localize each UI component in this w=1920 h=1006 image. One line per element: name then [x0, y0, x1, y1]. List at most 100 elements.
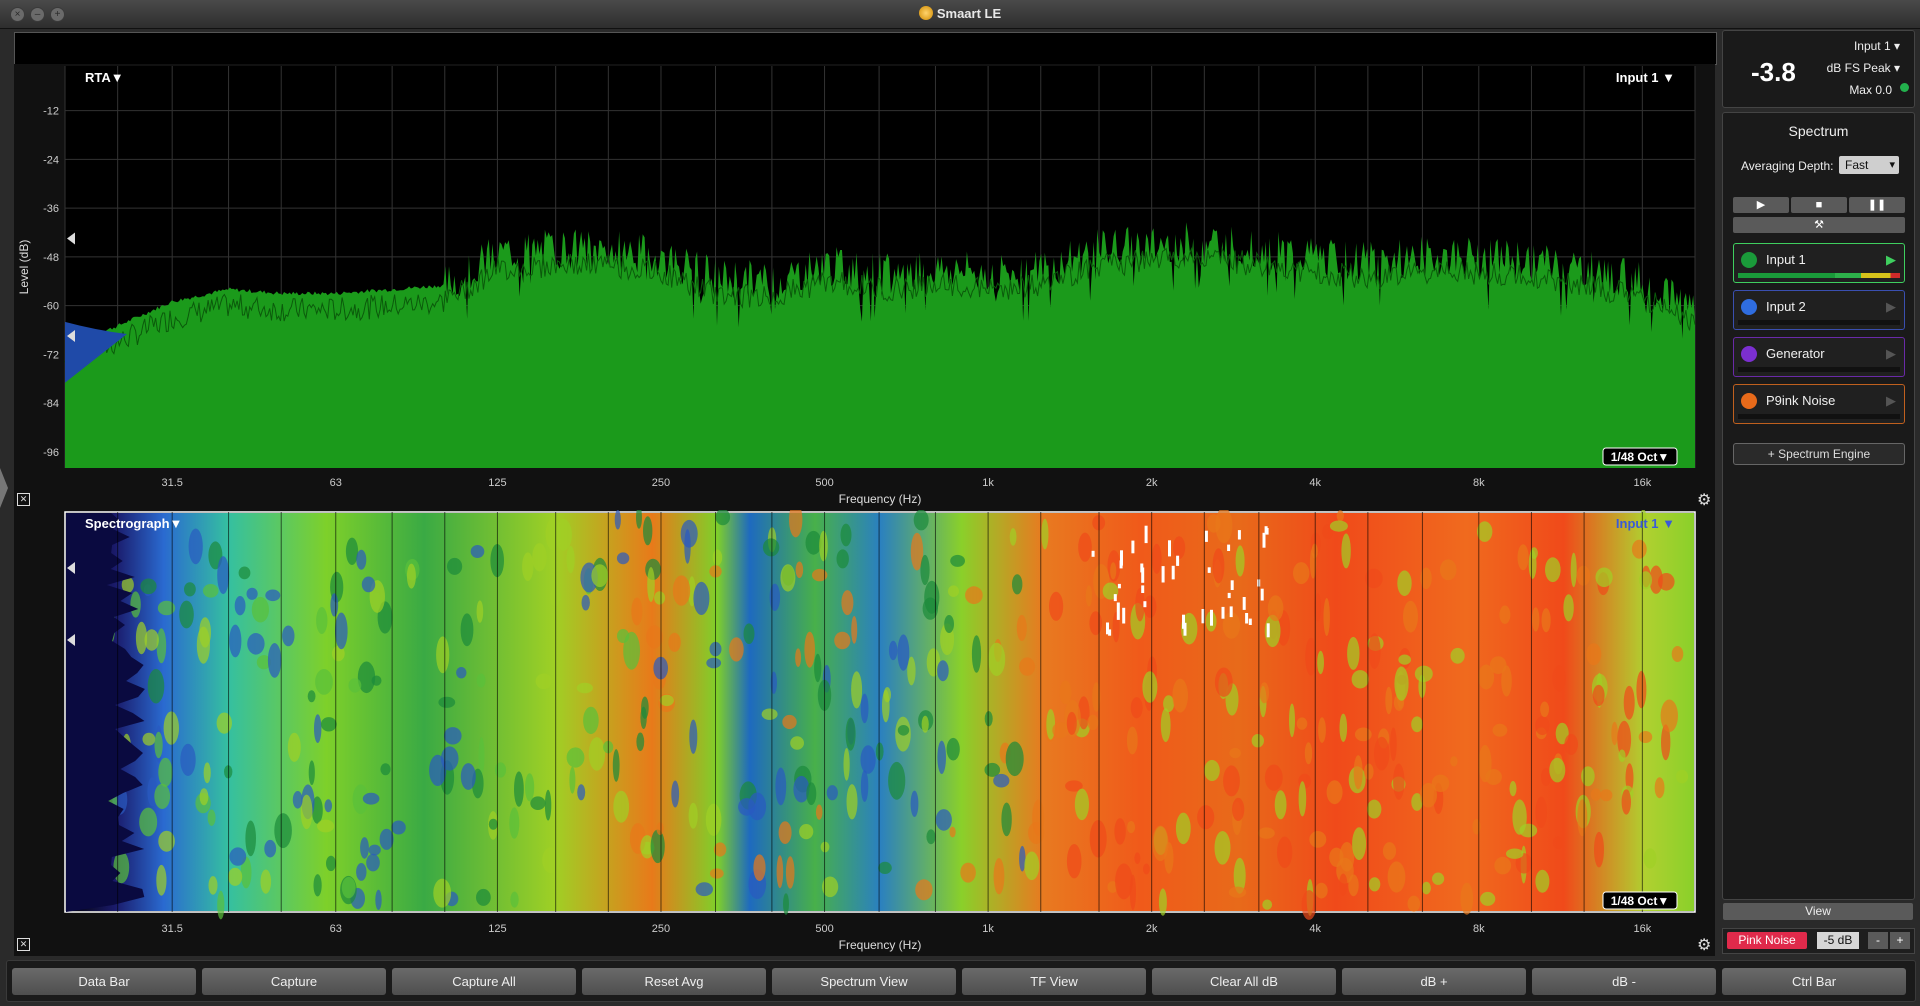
- db-minus-button[interactable]: dB -: [1532, 968, 1716, 995]
- pink-noise-button[interactable]: Pink Noise: [1727, 932, 1807, 949]
- db-plus-button[interactable]: dB +: [1342, 968, 1526, 995]
- reset-avg-button[interactable]: Reset Avg: [582, 968, 766, 995]
- spectrograph-input-dropdown[interactable]: Input 1 ▼: [1616, 516, 1675, 531]
- spectrograph-texture: [583, 706, 599, 735]
- x-tick-label: 125: [488, 923, 506, 935]
- spectrograph-texture: [163, 711, 179, 745]
- pink-noise-controls: Pink Noise -5 dB - +: [1722, 928, 1915, 954]
- stop-button[interactable]: ■: [1791, 197, 1847, 213]
- meter-input-select[interactable]: Input 1 ▾: [1854, 39, 1900, 53]
- spectrograph-texture: [860, 745, 876, 774]
- spectrograph-texture: [356, 863, 367, 881]
- spectrograph-texture: [668, 632, 681, 652]
- spectrograph-texture: [1472, 818, 1481, 835]
- capture-all-button[interactable]: Capture All: [392, 968, 576, 995]
- meter-unit-label: dB FS Peak: [1826, 61, 1891, 75]
- channel-input-2[interactable]: Input 2 ▶: [1733, 290, 1905, 330]
- spectrograph-texture: [1638, 731, 1653, 743]
- x-tick-label: 4k: [1309, 923, 1321, 935]
- spectrograph-settings-gear-icon[interactable]: ⚙: [1697, 935, 1711, 955]
- spectrograph-texture: [1611, 721, 1618, 746]
- spectrograph-plot[interactable]: 31.5 63 125 250 500 1k 2k 4k 8k 16k Frequency (Hz)…: [14, 510, 1715, 956]
- level-up-button[interactable]: +: [1890, 932, 1910, 949]
- spectrograph-texture: [1163, 695, 1175, 713]
- spectrograph-texture: [1368, 633, 1381, 669]
- rta-input-dropdown[interactable]: Input 1 ▼: [1616, 70, 1675, 85]
- spectrograph-texture: [1352, 827, 1367, 861]
- spectrograph-texture: [1450, 756, 1458, 767]
- add-spectrum-engine-button[interactable]: + Spectrum Engine: [1733, 443, 1905, 465]
- spectrograph-texture: [1173, 536, 1186, 560]
- spectrograph-texture: [348, 678, 362, 693]
- averaging-depth-select[interactable]: Fast: [1839, 156, 1899, 174]
- play-button[interactable]: ▶: [1733, 197, 1789, 213]
- rta-plot[interactable]: -12 -24 -36 -48 -60 -72 -84 -96 31.5 63 125 250 500 1…: [14, 64, 1715, 510]
- spectrograph-peak: [1248, 618, 1252, 625]
- view-button[interactable]: View: [1723, 903, 1913, 920]
- spectrograph-peak: [1091, 550, 1095, 557]
- spectrograph-texture: [509, 807, 520, 839]
- spectrum-view-button[interactable]: Spectrum View: [772, 968, 956, 995]
- spectrograph-texture: [326, 855, 336, 872]
- channel-generator[interactable]: Generator ▶: [1733, 337, 1905, 377]
- channel-pink-noise[interactable]: P9ink Noise ▶: [1733, 384, 1905, 424]
- rta-mode-dropdown[interactable]: RTA▼: [85, 70, 124, 85]
- spectrograph-texture: [935, 809, 952, 831]
- resolution-dropdown[interactable]: 1/48 Oct▼: [1611, 450, 1670, 464]
- spectrograph-texture: [154, 731, 163, 759]
- spectrograph-texture: [440, 746, 459, 771]
- spectrograph-texture: [1317, 650, 1324, 675]
- spectrograph-texture: [1675, 769, 1689, 784]
- spectrograph-peak: [1227, 592, 1231, 599]
- spectrograph-texture: [612, 749, 620, 782]
- channel-level-bar: [1738, 414, 1900, 419]
- resolution-dropdown[interactable]: 1/48 Oct▼: [1611, 894, 1670, 908]
- close-plot-icon[interactable]: ✕: [17, 938, 30, 951]
- spectrograph-texture: [946, 737, 960, 761]
- pause-button[interactable]: ❚❚: [1849, 197, 1905, 213]
- clear-all-db-button[interactable]: Clear All dB: [1152, 968, 1336, 995]
- spectrograph-texture: [1066, 844, 1082, 879]
- spectrograph-texture: [1351, 670, 1369, 689]
- spectrograph-texture: [265, 589, 281, 602]
- spectrograph-texture: [775, 767, 787, 806]
- spectrograph-mode-dropdown[interactable]: Spectrograph▼: [85, 516, 182, 531]
- spectrograph-texture: [845, 717, 856, 751]
- channel-color-dot: [1741, 393, 1757, 409]
- play-arrow-icon[interactable]: ▶: [1886, 252, 1896, 268]
- pink-noise-level[interactable]: -5 dB: [1817, 932, 1859, 949]
- panel-collapse-handle[interactable]: [0, 468, 8, 508]
- tools-button[interactable]: ⚒: [1733, 217, 1905, 233]
- play-arrow-icon[interactable]: ▶: [1886, 346, 1896, 362]
- spectrograph-texture: [1001, 802, 1012, 837]
- capture-button[interactable]: Capture: [202, 968, 386, 995]
- spectrograph-texture: [1277, 836, 1293, 869]
- spectrograph-texture: [795, 561, 804, 579]
- spectrograph-texture: [144, 629, 159, 651]
- spectrograph-plot-container: 31.5 63 125 250 500 1k 2k 4k 8k 16k Frequency (Hz)…: [14, 510, 1715, 956]
- spectrograph-peak: [1117, 583, 1121, 589]
- play-arrow-icon[interactable]: ▶: [1886, 299, 1896, 315]
- channel-input-1[interactable]: Input 1 ▶: [1733, 243, 1905, 283]
- rta-plot-container: -12 -24 -36 -48 -60 -72 -84 -96 31.5 63 125 250 500 1…: [14, 64, 1715, 510]
- close-plot-icon[interactable]: ✕: [17, 493, 30, 506]
- spectrograph-texture: [920, 554, 930, 586]
- ctrl-bar-button[interactable]: Ctrl Bar: [1722, 968, 1906, 995]
- spectrograph-texture: [1110, 562, 1117, 580]
- spectrograph-texture: [316, 607, 328, 634]
- spectrograph-texture: [1311, 543, 1318, 559]
- rta-settings-gear-icon[interactable]: ⚙: [1697, 490, 1711, 510]
- tf-view-button[interactable]: TF View: [962, 968, 1146, 995]
- meter-unit-select[interactable]: dB FS Peak ▾: [1827, 61, 1900, 75]
- spectrograph-texture: [1354, 727, 1372, 742]
- spectrum-panel-title: Spectrum: [1788, 123, 1849, 139]
- spectrograph-texture: [345, 537, 359, 565]
- spectrograph-texture: [1135, 588, 1145, 622]
- status-led: [1900, 83, 1909, 92]
- play-arrow-icon[interactable]: ▶: [1886, 393, 1896, 409]
- spectrograph-texture: [1671, 646, 1684, 662]
- spectrograph-texture: [1259, 682, 1270, 704]
- data-bar-button[interactable]: Data Bar: [12, 968, 196, 995]
- level-down-button[interactable]: -: [1868, 932, 1888, 949]
- spectrograph-texture: [1394, 666, 1409, 701]
